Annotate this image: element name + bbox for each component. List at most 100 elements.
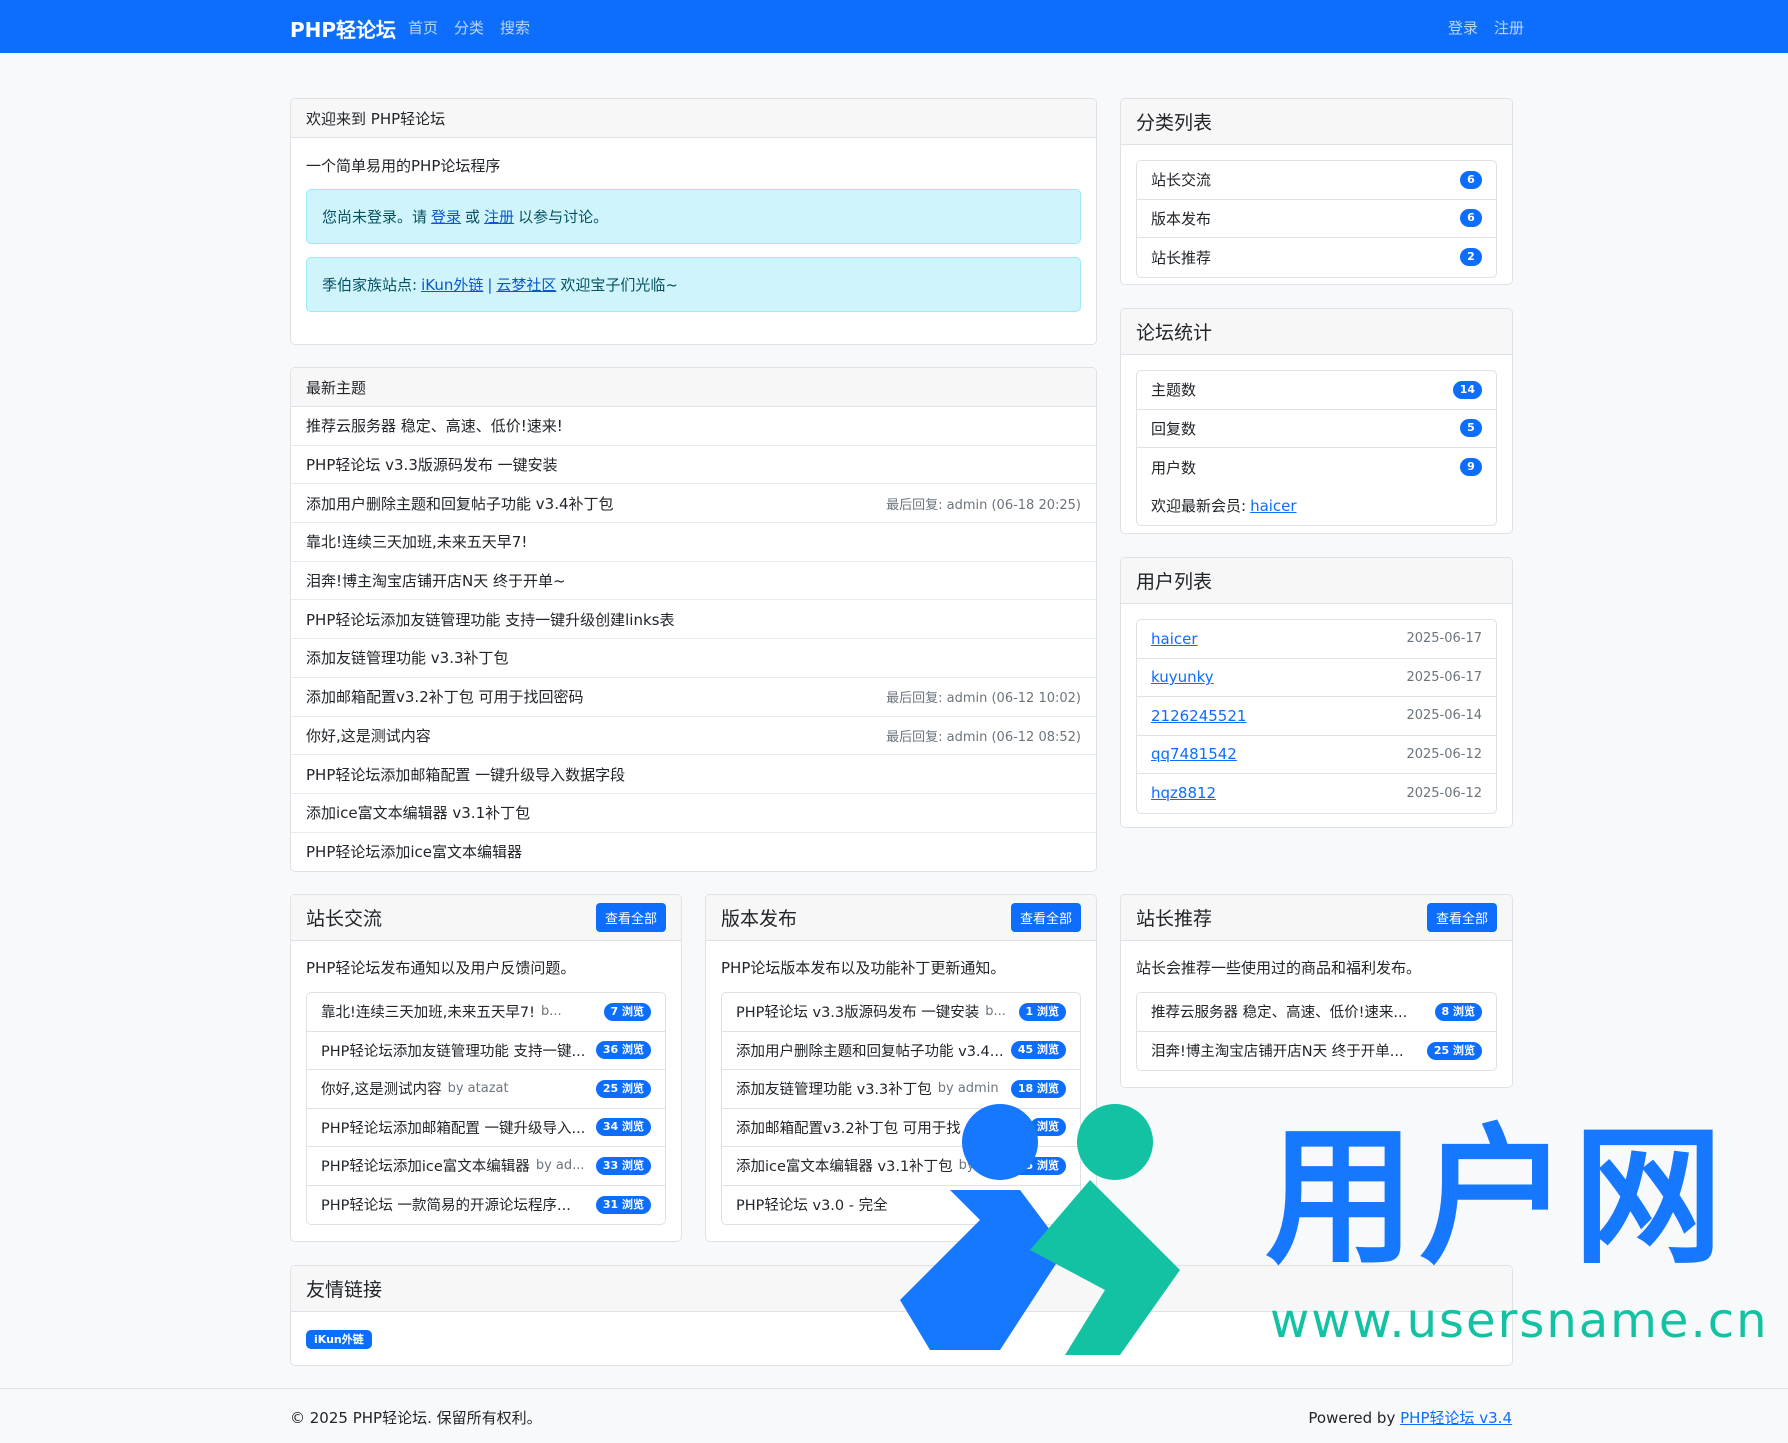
nav-categories[interactable]: 分类 xyxy=(454,17,484,38)
nav-login[interactable]: 登录 xyxy=(1448,17,1478,38)
section-topic-row[interactable]: PHP轻论坛添加友链管理功能 支持一键... 36 浏览 xyxy=(307,1032,665,1070)
section-topic-title[interactable]: 添加ice富文本编辑器 v3.1补丁包 xyxy=(736,1155,953,1176)
user-link[interactable]: hqz8812 xyxy=(1151,784,1216,802)
section-topic-list: 靠北!连续三天加班,未来五天早7! b... 7 浏览 PHP轻论坛添加友链管理功能 … xyxy=(306,992,666,1225)
friend-links-title: 友情链接 xyxy=(306,1279,383,1301)
topic-title[interactable]: PHP轻论坛添加邮箱配置 一键升级导入数据字段 xyxy=(306,764,625,785)
topic-title[interactable]: 添加友链管理功能 v3.3补丁包 xyxy=(306,647,509,668)
section-topic-title[interactable]: PHP轻论坛添加友链管理功能 支持一键... xyxy=(321,1040,585,1061)
view-all-button[interactable]: 查看全部 xyxy=(595,903,666,932)
topic-row[interactable]: 你好,这是测试内容 最后回复: admin (06-12 08:52) xyxy=(291,717,1096,756)
category-name[interactable]: 站长推荐 xyxy=(1151,247,1211,268)
section-topic-row[interactable]: PHP轻论坛添加邮箱配置 一键升级导入... 34 浏览 xyxy=(307,1109,665,1147)
user-link[interactable]: haicer xyxy=(1151,630,1198,648)
section-topic-row[interactable]: 靠北!连续三天加班,未来五天早7! b... 7 浏览 xyxy=(307,993,665,1032)
section-topic-title[interactable]: PHP轻论坛 v3.3版源码发布 一键安装 xyxy=(736,1001,979,1022)
topic-row[interactable]: 添加用户删除主题和回复帖子功能 v3.4补丁包 最后回复: admin (06-1… xyxy=(291,484,1096,524)
section-topic-author: by ad... xyxy=(535,1158,585,1174)
nav-register[interactable]: 注册 xyxy=(1494,17,1524,38)
section-topic-row[interactable]: 添加用户删除主题和回复帖子功能 v3.4... 45 浏览 xyxy=(722,1032,1080,1070)
yunmeng-link[interactable]: 云梦社区 xyxy=(496,274,556,295)
ikun-link[interactable]: iKun外链 xyxy=(421,274,483,295)
view-all-button[interactable]: 查看全部 xyxy=(1010,903,1081,932)
user-link[interactable]: kuyunky xyxy=(1151,668,1214,686)
category-item[interactable]: 版本发布 6 xyxy=(1137,200,1496,238)
category-item[interactable]: 站长交流 6 xyxy=(1137,161,1496,200)
user-link[interactable]: 2126245521 xyxy=(1151,707,1246,725)
topic-row[interactable]: 泪奔!博主淘宝店铺开店N天 终于开单~ xyxy=(291,562,1096,601)
user-join-date: 2025-06-17 xyxy=(1406,631,1482,647)
section-topic-row[interactable]: 你好,这是测试内容 by atazat 25 浏览 xyxy=(307,1070,665,1109)
section-topic-row[interactable]: 添加ice富文本编辑器 v3.1补丁包 by 35 浏览 xyxy=(722,1147,1080,1186)
view-all-button[interactable]: 查看全部 xyxy=(1426,903,1497,932)
section-topic-row[interactable]: PHP轻论坛 一款简易的开源论坛程序... 31 浏览 xyxy=(307,1186,665,1225)
section-topic-row[interactable]: PHP轻论坛添加ice富文本编辑器 by ad... 33 浏览 xyxy=(307,1147,665,1186)
section-topic-row[interactable]: 泪奔!博主淘宝店铺开店N天 终于开单... 25 浏览 xyxy=(1137,1032,1496,1071)
section-title: 站长推荐 xyxy=(1136,908,1213,930)
section-topic-title[interactable]: 推荐云服务器 稳定、高速、低价!速来... xyxy=(1151,1001,1407,1022)
topic-title[interactable]: 你好,这是测试内容 xyxy=(306,725,431,746)
category-item[interactable]: 站长推荐 2 xyxy=(1137,238,1496,277)
family-sites-alert: 季伯家族站点: iKun外链 | 云梦社区 欢迎宝子们光临~ xyxy=(306,257,1081,312)
section-topic-title[interactable]: PHP轻论坛添加邮箱配置 一键升级导入... xyxy=(321,1117,585,1138)
topic-title[interactable]: 泪奔!博主淘宝店铺开店N天 终于开单~ xyxy=(306,570,566,591)
topic-last-reply: 最后回复: admin (06-12 10:02) xyxy=(886,691,1081,707)
section-topic-title[interactable]: 泪奔!博主淘宝店铺开店N天 终于开单... xyxy=(1151,1040,1404,1061)
section-topic-title[interactable]: 添加邮箱配置v3.2补丁包 可用于找 xyxy=(736,1117,961,1138)
users-card: 用户列表 haicer 2025-06-17 kuyunky 2025-06-17 21… xyxy=(1120,557,1513,828)
topic-title[interactable]: 添加用户删除主题和回复帖子功能 v3.4补丁包 xyxy=(306,493,614,514)
nav-home[interactable]: 首页 xyxy=(408,17,438,38)
alert-login-link[interactable]: 登录 xyxy=(431,206,461,227)
section-topic-title[interactable]: 你好,这是测试内容 xyxy=(321,1078,442,1099)
section-topic-row[interactable]: PHP轻论坛 v3.3版源码发布 一键安装 b... 1 浏览 xyxy=(722,993,1080,1032)
category-count-badge: 2 xyxy=(1460,248,1482,267)
top-navbar: PHP轻论坛 首页 分类 搜索 登录 注册 xyxy=(0,0,1788,53)
topic-title[interactable]: 推荐云服务器 稳定、高速、低价!速来! xyxy=(306,415,563,436)
section-topic-author: by xyxy=(958,1158,975,1174)
category-name[interactable]: 站长交流 xyxy=(1151,169,1211,190)
topic-title[interactable]: PHP轻论坛添加ice富文本编辑器 xyxy=(306,841,522,862)
section-topic-author: by admin xyxy=(937,1081,999,1097)
topic-row[interactable]: 推荐云服务器 稳定、高速、低价!速来! xyxy=(291,407,1096,446)
stat-count-badge: 14 xyxy=(1452,380,1482,399)
topic-row[interactable]: PHP轻论坛添加友链管理功能 支持一键升级创建links表 xyxy=(291,600,1096,640)
newest-member-link[interactable]: haicer xyxy=(1250,497,1297,515)
section-topic-row[interactable]: 添加邮箱配置v3.2补丁包 可用于找 浏览 xyxy=(722,1109,1080,1147)
section-topic-title[interactable]: PHP轻论坛 v3.0 - 完全 xyxy=(736,1194,888,1215)
section-header: 站长交流 查看全部 xyxy=(291,895,681,941)
topic-row[interactable]: 靠北!连续三天加班,未来五天早7! xyxy=(291,523,1096,562)
topic-title[interactable]: 靠北!连续三天加班,未来五天早7! xyxy=(306,531,527,552)
topic-row[interactable]: 添加友链管理功能 v3.3补丁包 xyxy=(291,639,1096,678)
alert-register-link[interactable]: 注册 xyxy=(484,206,514,227)
nav-search[interactable]: 搜索 xyxy=(500,17,530,38)
section-header: 站长推荐 查看全部 xyxy=(1121,895,1512,941)
topic-row[interactable]: 添加ice富文本编辑器 v3.1补丁包 xyxy=(291,794,1096,833)
topic-row[interactable]: PHP轻论坛 v3.3版源码发布 一键安装 xyxy=(291,446,1096,485)
footer-powered-link[interactable]: PHP轻论坛 v3.4 xyxy=(1400,1409,1512,1427)
topic-row[interactable]: PHP轻论坛添加ice富文本编辑器 xyxy=(291,833,1096,871)
brand-logo[interactable]: PHP轻论坛 xyxy=(290,14,396,43)
section-topic-row[interactable]: 推荐云服务器 稳定、高速、低价!速来... 8 浏览 xyxy=(1137,993,1496,1032)
topic-title[interactable]: PHP轻论坛添加友链管理功能 支持一键升级创建links表 xyxy=(306,609,674,630)
topics-list: 推荐云服务器 稳定、高速、低价!速来! PHP轻论坛 v3.3版源码发布 一键安装… xyxy=(291,407,1096,871)
user-link[interactable]: qq7481542 xyxy=(1151,745,1237,763)
views-badge: 1 浏览 xyxy=(1018,1002,1066,1021)
section-topic-title[interactable]: 添加用户删除主题和回复帖子功能 v3.4... xyxy=(736,1040,1004,1061)
stat-item: 主题数 14 xyxy=(1137,371,1496,410)
section-topic-title[interactable]: 靠北!连续三天加班,未来五天早7! xyxy=(321,1001,535,1022)
latest-topics-card: 最新主题 推荐云服务器 稳定、高速、低价!速来! PHP轻论坛 v3.3版源码发布… xyxy=(290,367,1097,872)
topic-title[interactable]: 添加ice富文本编辑器 v3.1补丁包 xyxy=(306,802,530,823)
topic-row[interactable]: PHP轻论坛添加邮箱配置 一键升级导入数据字段 xyxy=(291,755,1096,794)
topic-last-reply: 最后回复: admin (06-18 20:25) xyxy=(886,497,1081,513)
category-name[interactable]: 版本发布 xyxy=(1151,208,1211,229)
topic-title[interactable]: PHP轻论坛 v3.3版源码发布 一键安装 xyxy=(306,454,558,475)
topic-title[interactable]: 添加邮箱配置v3.2补丁包 可用于找回密码 xyxy=(306,686,584,707)
section-topic-row[interactable]: PHP轻论坛 v3.0 - 完全 xyxy=(722,1186,1080,1225)
topic-row[interactable]: 添加邮箱配置v3.2补丁包 可用于找回密码 最后回复: admin (06-12 … xyxy=(291,678,1096,717)
section-topic-title[interactable]: 添加友链管理功能 v3.3补丁包 xyxy=(736,1078,932,1099)
friend-link-badge[interactable]: iKun外链 xyxy=(306,1330,372,1349)
section-topic-title[interactable]: PHP轻论坛添加ice富文本编辑器 xyxy=(321,1155,530,1176)
section-topic-row[interactable]: 添加友链管理功能 v3.3补丁包 by admin 18 浏览 xyxy=(722,1070,1080,1109)
section-topic-title[interactable]: PHP轻论坛 一款简易的开源论坛程序... xyxy=(321,1194,571,1215)
user-item: kuyunky 2025-06-17 xyxy=(1137,659,1496,697)
